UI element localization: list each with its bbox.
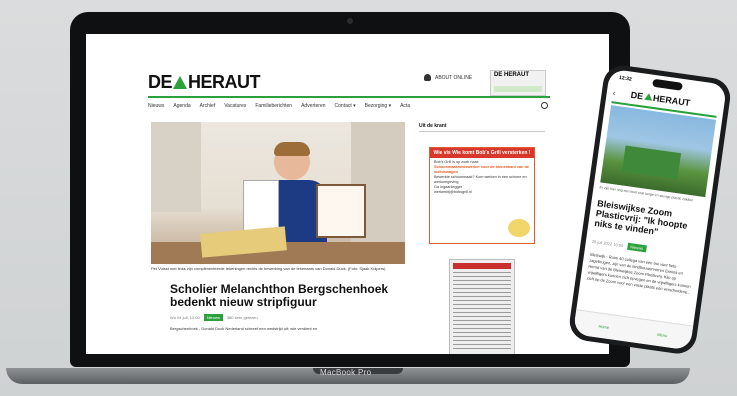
camera-icon	[347, 18, 353, 24]
article-tag[interactable]: Nieuws	[203, 314, 223, 321]
tab-menu[interactable]: Menu	[657, 331, 668, 337]
phone-article-title[interactable]: Bleiswijkse Zoom Plasticvrij: "Ik hoopte…	[594, 198, 703, 242]
phone-logo-triangle-icon	[643, 92, 653, 101]
sidebar-divider	[419, 131, 545, 132]
phone-article-date: 25 juli 2022 10:00	[591, 238, 624, 249]
nav-item-acta[interactable]: Acta	[400, 103, 410, 109]
logo-triangle-icon	[173, 76, 188, 89]
hero-photo[interactable]	[151, 122, 405, 264]
newspaper-masthead	[453, 263, 511, 269]
ad-body: Bob's Grill is op zoek naar: Schoonmaakm…	[430, 158, 534, 197]
photo-truck	[621, 145, 682, 180]
newspaper-thumbnail[interactable]	[449, 259, 515, 354]
product-mockup-scene: DE HERAUT ABOUT ONLINE DE HERAUT Nieuws A…	[0, 0, 737, 396]
article-title[interactable]: Scholier Melanchthon Bergschenhoek beden…	[170, 283, 395, 309]
photo-cabinet	[151, 122, 201, 212]
photo-boy-hair	[274, 142, 310, 156]
laptop-brand-label: MacBook Pro	[320, 368, 372, 377]
main-navigation: Nieuws Agenda Archief Vacatures Familieb…	[148, 101, 550, 111]
job-advert[interactable]: Wie vis Wie komt Bob's Grill versterken …	[429, 147, 535, 244]
tab-home[interactable]: Home	[598, 323, 609, 329]
newspaper-columns	[453, 272, 511, 352]
photo-drawing-left	[243, 180, 279, 234]
phone-article-photo[interactable]	[600, 105, 717, 198]
hero-caption: Pet Vuisst met links zijn complimenteerd…	[151, 266, 386, 271]
epaper-band	[494, 86, 542, 92]
back-icon[interactable]: ‹	[612, 88, 616, 97]
photo-drawing-right	[316, 184, 366, 238]
dynamic-island	[652, 78, 683, 91]
nav-item-archief[interactable]: Archief	[200, 103, 216, 109]
article-lead: Bergschenhoek - Donald Duck Nederland sc…	[170, 326, 318, 331]
nav-item-adverteren[interactable]: Adverteren	[301, 103, 325, 109]
nav-item-bezorging[interactable]: Bezorging ▾	[365, 103, 391, 109]
ad-line: Bewerkte schoonmaak? Kom werken in een s…	[434, 175, 527, 184]
nav-item-contact[interactable]: Contact ▾	[335, 103, 356, 109]
nav-item-agenda[interactable]: Agenda	[173, 103, 190, 109]
logo-right-text: HERAUT	[188, 72, 261, 92]
article-meta: Wo 04 juli, 12:00 Nieuws 380 keer geleze…	[170, 314, 258, 321]
user-icon	[424, 74, 431, 81]
nav-item-familieberichten[interactable]: Familieberichten	[255, 103, 292, 109]
account-label: ABOUT ONLINE	[435, 74, 473, 81]
phone-tab-bar: Home Menu	[572, 309, 694, 351]
phone-logo-left: DE	[630, 89, 644, 102]
epaper-thumbnail[interactable]: DE HERAUT	[490, 70, 546, 96]
grill-logo-icon	[508, 219, 530, 237]
ad-title: Wie vis Wie komt Bob's Grill versterken …	[430, 148, 534, 158]
site-logo[interactable]: DE HERAUT	[148, 72, 261, 93]
ad-email[interactable]: werkenbij@bobsgrill.nl	[434, 190, 530, 195]
account-link[interactable]: ABOUT ONLINE	[424, 74, 472, 81]
laptop-screen: DE HERAUT ABOUT ONLINE DE HERAUT Nieuws A…	[86, 34, 609, 354]
nav-item-vacatures[interactable]: Vacatures	[224, 103, 246, 109]
nav-item-nieuws[interactable]: Nieuws	[148, 103, 164, 109]
article-date: Wo 04 juli, 12:00	[170, 315, 200, 320]
phone-article-tag[interactable]: Nieuws	[626, 242, 647, 253]
ad-highlight: Schoonmaakmedewerker voor de binnenkant …	[434, 165, 529, 174]
epaper-title: DE HERAUT	[494, 72, 530, 78]
site-header: DE HERAUT ABOUT ONLINE DE HERAUT	[86, 34, 609, 100]
search-icon[interactable]	[541, 102, 548, 109]
header-divider	[148, 96, 550, 98]
phone-article-meta: 25 juli 2022 10:00 Nieuws	[591, 238, 647, 253]
status-time: 12:32	[618, 74, 633, 83]
phone-logo-right: HERAUT	[652, 92, 691, 109]
logo-left-text: DE	[148, 72, 173, 92]
sidebar-title: Uit de krant	[419, 123, 447, 129]
article-views: 380 keer gelezen	[226, 315, 258, 320]
phone-article-lead: Bleiswijk - Ruim 40 collega van een trui…	[586, 251, 692, 295]
